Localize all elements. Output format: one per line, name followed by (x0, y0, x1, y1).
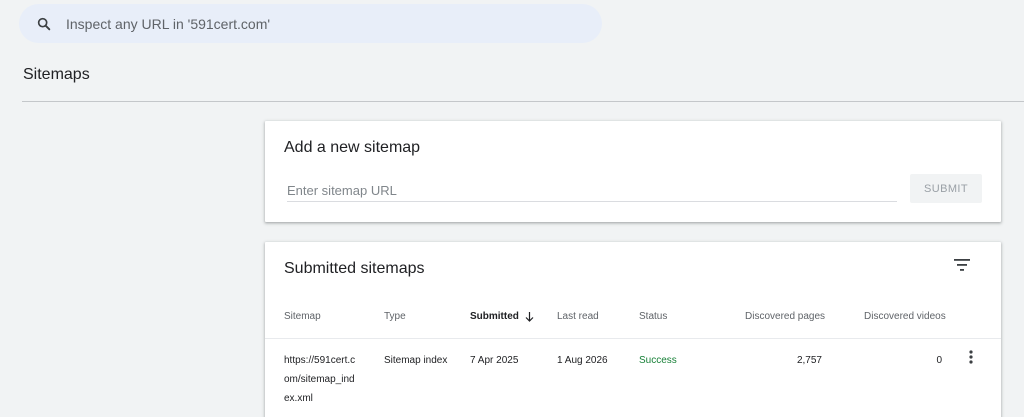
column-header-sitemap[interactable]: Sitemap (284, 311, 321, 322)
filter-button[interactable] (951, 256, 973, 278)
sitemap-url-line: https://591cert.c (284, 355, 356, 366)
add-sitemap-card: Add a new sitemap SUBMIT (265, 121, 1001, 222)
url-inspection-input[interactable] (66, 15, 566, 32)
discovered-pages-cell: 2,757 (796, 355, 822, 366)
page-title: Sitemaps (23, 66, 90, 83)
submitted-sitemaps-card: Submitted sitemaps Sitemap Type Submitte… (265, 242, 1001, 417)
column-header-type[interactable]: Type (384, 311, 406, 322)
sitemap-url-line: ex.xml (284, 393, 313, 404)
column-header-discovered-videos[interactable]: Discovered videos (864, 311, 946, 322)
column-header-last-read[interactable]: Last read (557, 311, 599, 322)
url-inspection-search[interactable] (19, 4, 602, 43)
search-icon (35, 15, 53, 33)
row-menu-button[interactable] (963, 348, 979, 366)
submitted-sitemaps-title: Submitted sitemaps (284, 260, 425, 277)
last-read-cell: 1 Aug 2026 (557, 355, 608, 366)
status-cell: Success (639, 355, 677, 366)
sitemap-url-line: om/sitemap_ind (284, 374, 355, 385)
filter-icon (954, 258, 970, 276)
sitemap-url-input[interactable] (287, 179, 897, 202)
table-header-divider (265, 338, 1001, 339)
submit-button[interactable]: SUBMIT (910, 174, 982, 203)
type-cell: Sitemap index (384, 355, 448, 366)
column-header-discovered-pages[interactable]: Discovered pages (745, 311, 825, 322)
sitemap-url-cell[interactable]: https://591cert.c om/sitemap_ind ex.xml (284, 351, 374, 408)
column-header-status[interactable]: Status (639, 311, 667, 322)
column-header-submitted-label: Submitted (470, 311, 519, 322)
more-vert-icon (969, 350, 973, 364)
column-header-submitted[interactable]: Submitted (470, 311, 534, 322)
arrow-down-icon (525, 311, 534, 322)
header-divider (22, 101, 1024, 102)
discovered-videos-cell: 0 (936, 355, 942, 366)
submitted-date-cell: 7 Apr 2025 (470, 355, 519, 366)
add-sitemap-title: Add a new sitemap (284, 139, 421, 156)
